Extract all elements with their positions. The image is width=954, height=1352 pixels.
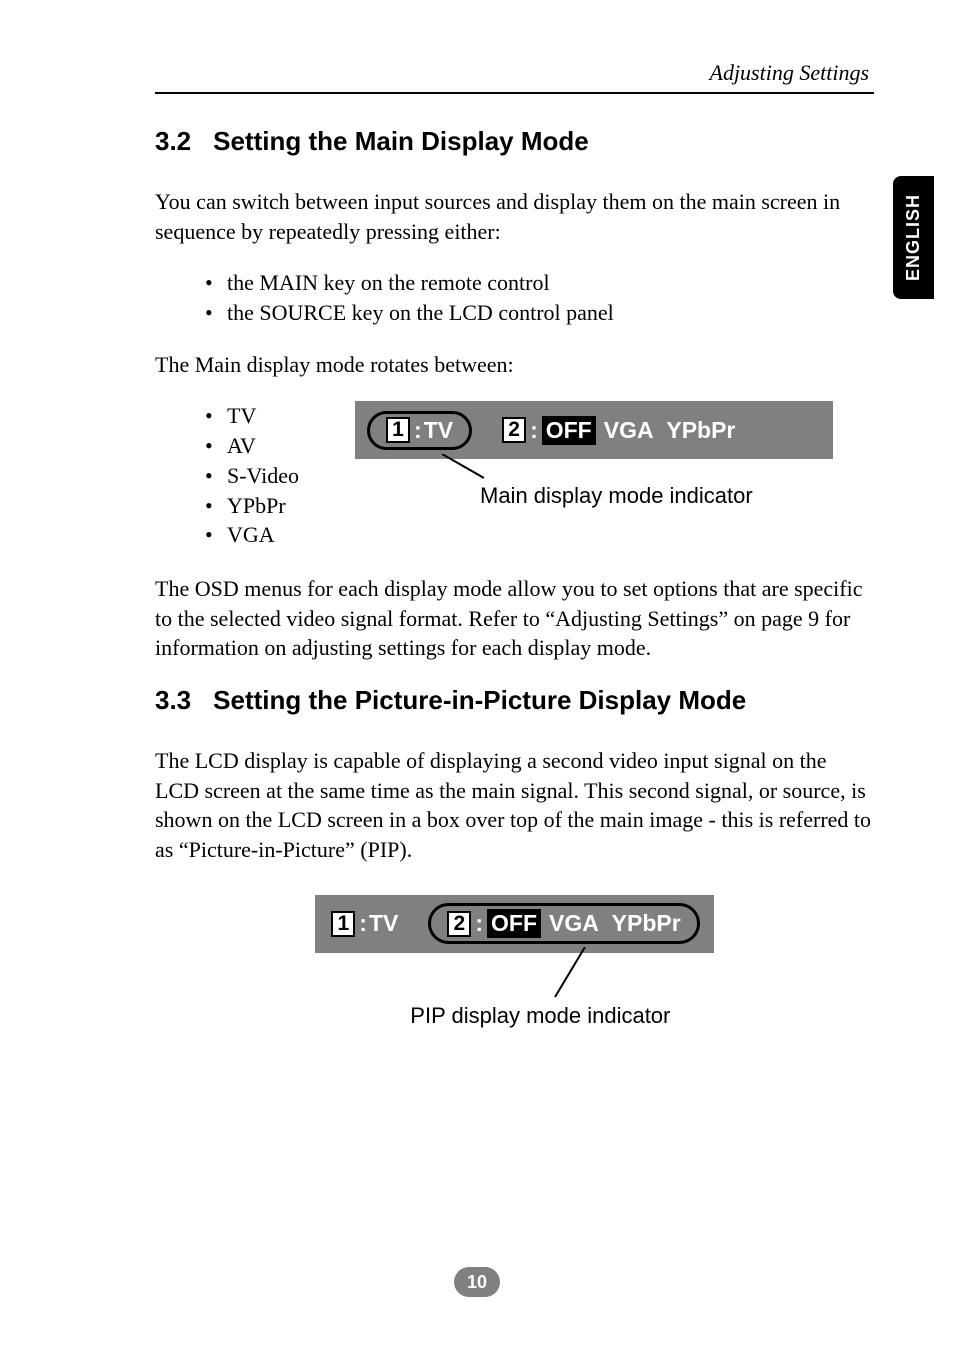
slot1-val: TV: [369, 910, 398, 937]
slot1-num: 1: [386, 417, 410, 443]
extra1: VGA: [604, 417, 654, 444]
list-item: YPbPr: [205, 491, 345, 521]
slot2-pill: 2: OFFVGA YPbPr: [428, 903, 699, 944]
modes-list: TV AV S-Video YPbPr VGA: [205, 401, 345, 549]
section-title: Setting the Picture-in-Picture Display M…: [213, 685, 746, 715]
list-item: VGA: [205, 520, 345, 550]
list-item: AV: [205, 431, 345, 461]
list-item: the SOURCE key on the LCD control panel: [205, 298, 874, 328]
section-3-2-para1: You can switch between input sources and…: [155, 187, 874, 246]
keys-list: the MAIN key on the remote control the S…: [205, 268, 874, 327]
section-3-2-para3: The OSD menus for each display mode allo…: [155, 574, 874, 663]
section-3-3-para1: The LCD display is capable of displaying…: [155, 746, 874, 865]
header-rule: [155, 92, 874, 94]
slot2-num: 2: [502, 417, 526, 443]
running-header: Adjusting Settings: [155, 60, 874, 86]
section-3-2-heading: 3.2 Setting the Main Display Mode: [155, 126, 874, 157]
slot2-num: 2: [447, 911, 471, 937]
main-indicator-caption: Main display mode indicator: [480, 483, 753, 509]
slot1-num: 1: [331, 911, 355, 937]
extra2: YPbPr: [612, 910, 681, 937]
section-number: 3.2: [155, 126, 191, 157]
section-number: 3.3: [155, 685, 191, 716]
extra2: YPbPr: [666, 417, 735, 444]
page-number: 10: [454, 1267, 500, 1297]
language-tab: ENGLISH: [893, 176, 934, 299]
pip-indicator-caption: PIP display mode indicator: [410, 1003, 670, 1029]
arrow-icon: [442, 454, 492, 484]
list-item: TV: [205, 401, 345, 431]
slot1-val: TV: [424, 417, 453, 444]
slot1: 1: TV: [329, 907, 400, 940]
slot2-val: OFF: [487, 909, 541, 938]
slot1-pill: 1: TV: [367, 411, 472, 450]
list-item: the MAIN key on the remote control: [205, 268, 874, 298]
slot2: 2: OFFVGA YPbPr: [500, 413, 737, 448]
pip-indicator-bar: 1: TV 2: OFFVGA YPbPr: [315, 895, 713, 953]
list-item: S-Video: [205, 461, 345, 491]
extra1: VGA: [549, 910, 599, 937]
slot2-val: OFF: [542, 416, 596, 445]
arrow-icon: [550, 947, 600, 1002]
main-indicator-bar: 1: TV 2: OFFVGA YPbPr: [355, 401, 833, 459]
section-title: Setting the Main Display Mode: [213, 126, 589, 156]
section-3-3-heading: 3.3 Setting the Picture-in-Picture Displa…: [155, 685, 874, 716]
section-3-2-para2: The Main display mode rotates between:: [155, 350, 874, 380]
